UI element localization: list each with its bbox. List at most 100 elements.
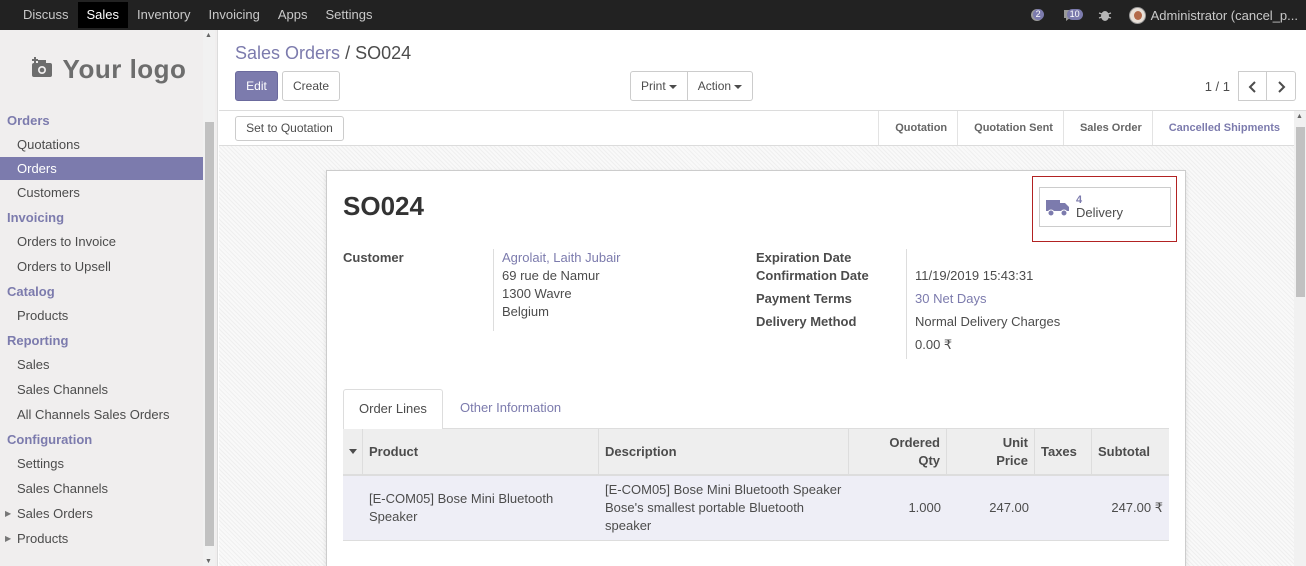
control-panel: Sales Orders / SO024 Edit Create Print A…: [219, 30, 1306, 111]
sidebar-section-catalog[interactable]: Catalog: [0, 281, 203, 303]
tab-order-lines[interactable]: Order Lines: [343, 389, 443, 430]
menu-discuss[interactable]: Discuss: [14, 0, 78, 30]
delivery-price-value: 0.00 ₹: [915, 337, 953, 352]
sidebar-item-label: Products: [17, 531, 69, 546]
truck-icon: [1046, 200, 1069, 217]
col-subtotal[interactable]: Subtotal: [1092, 429, 1169, 474]
delivery-method-label: Delivery Method: [756, 314, 857, 329]
sidebar-section-invoicing[interactable]: Invoicing: [0, 207, 203, 229]
sidebar-item-sales[interactable]: Sales: [0, 352, 203, 377]
col-description[interactable]: Description: [599, 429, 849, 474]
cell-product: [E-COM05] Bose Mini Bluetooth Speaker: [369, 491, 554, 524]
sidebar-item-quotations[interactable]: Quotations: [0, 132, 203, 157]
sidebar-section-orders[interactable]: Orders: [0, 110, 203, 132]
col-unit-price-line2: Price: [996, 452, 1028, 468]
customer-label: Customer: [343, 250, 404, 265]
scroll-up-icon[interactable]: ▲: [1296, 113, 1303, 120]
pager-next-button[interactable]: [1267, 71, 1296, 101]
col-product[interactable]: Product: [363, 429, 599, 474]
delivery-smart-button[interactable]: 4 Delivery: [1039, 187, 1171, 227]
caret-down-icon: [348, 449, 357, 454]
caret-down-icon: [734, 84, 743, 89]
activity-count-badge: 10: [1066, 9, 1083, 20]
sidebar-scrollbar[interactable]: ▲ ▼: [203, 30, 215, 566]
sidebar-item-config-sales-orders[interactable]: ▶ Sales Orders: [0, 501, 203, 526]
menu-apps[interactable]: Apps: [269, 0, 317, 30]
sort-handle[interactable]: [343, 429, 363, 474]
scroll-down-icon[interactable]: ▼: [205, 558, 212, 565]
camera-plus-icon: [31, 56, 55, 82]
stage-quotation: Quotation: [878, 111, 957, 145]
company-logo: Your logo: [0, 30, 217, 108]
pager-previous-button[interactable]: [1238, 71, 1267, 101]
caret-right-icon: ▶: [5, 509, 12, 518]
sidebar-nav: Orders Quotations Orders Customers Invoi…: [0, 110, 203, 551]
create-button[interactable]: Create: [282, 71, 340, 101]
col-ordered-qty-line2: Qty: [918, 452, 940, 468]
top-navbar: Discuss Sales Inventory Invoicing Apps S…: [0, 0, 1306, 30]
tab-other-information[interactable]: Other Information: [445, 389, 576, 429]
app-menu: Discuss Sales Inventory Invoicing Apps S…: [0, 0, 381, 30]
payment-terms-link[interactable]: 30 Net Days: [915, 291, 987, 306]
col-taxes[interactable]: Taxes: [1035, 429, 1092, 474]
stage-quotation-sent: Quotation Sent: [957, 111, 1063, 145]
caret-down-icon: [668, 84, 677, 89]
delivery-label: Delivery: [1076, 205, 1123, 220]
payment-terms-label: Payment Terms: [756, 291, 852, 306]
main-scrollbar[interactable]: ▲: [1294, 111, 1306, 566]
chat-icon[interactable]: 2: [1027, 7, 1047, 23]
user-name: Administrator (cancel_p...: [1150, 7, 1298, 23]
customer-link[interactable]: Agrolait, Laith Jubair: [502, 250, 621, 265]
customer-address-street: 69 rue de Namur: [502, 268, 600, 283]
user-menu[interactable]: Administrator (cancel_p...: [1128, 6, 1298, 24]
edit-button[interactable]: Edit: [235, 71, 278, 101]
bug-icon[interactable]: [1095, 7, 1115, 23]
cell-subtotal: 247.00 ₹: [1111, 500, 1163, 515]
cell-taxes: [1035, 476, 1092, 540]
action-label: Action: [697, 79, 732, 93]
print-dropdown[interactable]: Print: [630, 71, 688, 101]
pager: 1 / 1: [1205, 71, 1296, 101]
sidebar-item-orders-to-invoice[interactable]: Orders to Invoice: [0, 229, 203, 254]
sidebar-section-reporting[interactable]: Reporting: [0, 330, 203, 352]
breadcrumb-parent[interactable]: Sales Orders: [235, 43, 340, 63]
menu-inventory[interactable]: Inventory: [128, 0, 199, 30]
action-dropdown[interactable]: Action: [687, 71, 754, 101]
breadcrumb-current: SO024: [355, 43, 412, 63]
caret-right-icon: ▶: [5, 534, 12, 543]
sidebar-item-label: Sales Orders: [17, 506, 93, 521]
field-divider: [493, 249, 494, 331]
sidebar-item-config-products[interactable]: ▶ Products: [0, 526, 203, 551]
scroll-up-icon[interactable]: ▲: [205, 32, 212, 39]
sidebar-item-config-sales-channels[interactable]: Sales Channels: [0, 476, 203, 501]
col-unit-price[interactable]: Unit Price: [947, 429, 1035, 474]
menu-settings[interactable]: Settings: [316, 0, 381, 30]
sidebar-item-sales-channels[interactable]: Sales Channels: [0, 377, 203, 402]
row-handle: [343, 476, 363, 540]
sidebar-item-orders-to-upsell[interactable]: Orders to Upsell: [0, 254, 203, 279]
sidebar-section-configuration[interactable]: Configuration: [0, 429, 203, 451]
sidebar: Your logo Orders Quotations Orders Custo…: [0, 30, 218, 566]
menu-sales[interactable]: Sales: [77, 2, 129, 28]
set-to-quotation-button[interactable]: Set to Quotation: [235, 116, 344, 141]
systray: 2 10 Administrator (cancel_p...: [1027, 0, 1298, 30]
col-ordered-qty[interactable]: Ordered Qty: [849, 429, 947, 474]
activity-icon[interactable]: 10: [1061, 7, 1083, 23]
field-divider: [906, 249, 907, 359]
pager-value[interactable]: 1 / 1: [1205, 79, 1230, 94]
sidebar-scroll-thumb[interactable]: [205, 122, 214, 546]
stage-cancelled-shipments: Cancelled Shipments: [1151, 111, 1290, 145]
main-scroll-thumb[interactable]: [1296, 127, 1305, 297]
sidebar-item-products[interactable]: Products: [0, 303, 203, 328]
table-row[interactable]: [E-COM05] Bose Mini Bluetooth Speaker [E…: [343, 476, 1169, 541]
sidebar-item-orders[interactable]: Orders: [0, 157, 203, 180]
form-sheet: SO024 4 Delivery Customer Agrolait, Lait…: [326, 170, 1186, 566]
menu-invoicing[interactable]: Invoicing: [200, 0, 269, 30]
print-label: Print: [641, 79, 666, 93]
sidebar-item-all-channels-sales-orders[interactable]: All Channels Sales Orders: [0, 402, 203, 427]
delivery-method-value: Normal Delivery Charges: [915, 314, 1061, 329]
sidebar-item-config-settings[interactable]: Settings: [0, 451, 203, 476]
col-unit-price-line1: Unit: [1002, 434, 1028, 450]
sidebar-item-customers[interactable]: Customers: [0, 180, 203, 205]
smart-button-highlight: 4 Delivery: [1032, 176, 1177, 242]
